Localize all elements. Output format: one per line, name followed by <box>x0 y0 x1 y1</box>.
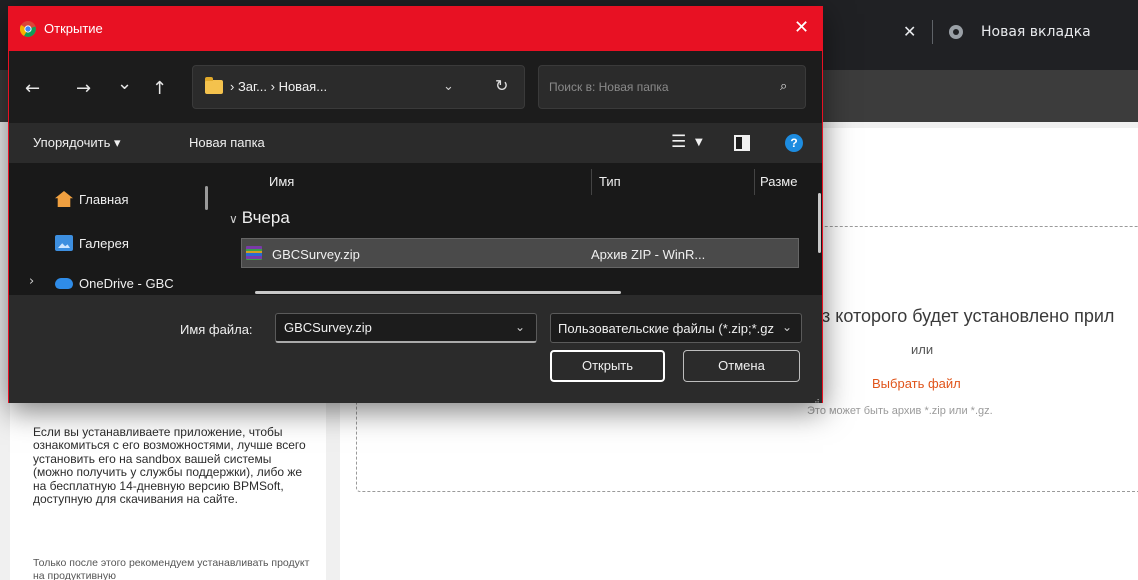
view-dropdown-icon[interactable]: ▼ <box>695 137 703 148</box>
tab-separator <box>932 20 933 44</box>
forward-arrow-icon[interactable]: → <box>76 78 91 99</box>
recent-locations-chevron-icon[interactable]: ⌄ <box>117 73 132 94</box>
open-file-dialog: Открытие ✕ ← → ⌄ ↑ › Заг... › Новая... ⌄… <box>8 6 823 405</box>
folder-icon <box>205 77 223 94</box>
home-icon <box>55 191 73 207</box>
horizontal-scrollbar[interactable] <box>255 291 621 294</box>
tab-close-icon[interactable]: ✕ <box>903 22 916 41</box>
sidebar-item-label: OneDrive - GBC <box>79 275 174 291</box>
expand-chevron-icon[interactable]: › <box>29 274 34 289</box>
info-paragraph-2: Только после этого рекомендуем устанавли… <box>33 557 310 580</box>
table-row[interactable]: GBCSurvey.zip Архив ZIP - WinR... <box>241 238 799 268</box>
choose-file-link[interactable]: Выбрать файл <box>872 376 961 391</box>
up-arrow-icon[interactable]: ↑ <box>152 78 167 99</box>
back-arrow-icon[interactable]: ← <box>25 78 40 99</box>
file-type-value: Пользовательские файлы (*.zip;*.gz) <box>558 321 774 336</box>
column-header-type[interactable]: Тип <box>599 174 621 189</box>
column-divider[interactable] <box>754 169 755 195</box>
address-bar[interactable]: › Заг... › Новая... ⌄ ↻ <box>192 65 525 109</box>
dialog-title: Открытие <box>44 21 103 36</box>
vertical-scrollbar[interactable] <box>818 193 821 253</box>
onedrive-icon <box>55 277 73 289</box>
column-header-name[interactable]: Имя <box>269 174 294 189</box>
chevron-down-icon: ⌄ <box>782 320 793 334</box>
file-name-label: Имя файла: <box>180 322 253 337</box>
file-name: GBCSurvey.zip <box>272 247 360 262</box>
upload-hint: Это может быть архив *.zip или *.gz. <box>807 405 993 417</box>
cancel-button[interactable]: Отмена <box>683 350 800 382</box>
sidebar-item-gallery[interactable]: Галерея <box>55 231 129 255</box>
column-header-size[interactable]: Разме <box>760 174 797 189</box>
navigation-pane: Главная Галерея › OneDrive - GBC <box>9 163 219 295</box>
dialog-footer: Имя файла: ⌄ Пользовательские файлы (*.z… <box>9 295 822 405</box>
file-type: Архив ZIP - WinR... <box>591 247 706 262</box>
sidebar-item-label: Галерея <box>79 235 129 251</box>
navigation-bar: ← → ⌄ ↑ › Заг... › Новая... ⌄ ↻ Поиск в:… <box>9 51 822 123</box>
upload-instructions: з которого будет установлено прил <box>822 306 1115 326</box>
group-header-yesterday[interactable]: ∨ Вчера <box>229 208 290 228</box>
tab-new-tab[interactable]: Новая вкладка <box>981 24 1091 40</box>
search-icon[interactable]: ⌕ <box>780 79 787 94</box>
group-label: Вчера <box>241 208 290 227</box>
resize-grip-icon[interactable]: ⠴ <box>814 396 820 405</box>
sidebar-item-label: Главная <box>79 191 129 207</box>
dialog-titlebar[interactable]: Открытие ✕ <box>9 7 822 51</box>
help-icon[interactable]: ? <box>785 134 803 152</box>
file-name-field[interactable] <box>275 313 537 343</box>
breadcrumb[interactable]: › Заг... › Новая... <box>230 79 327 94</box>
column-divider[interactable] <box>591 169 592 195</box>
chrome-icon <box>20 21 36 37</box>
gallery-icon <box>55 235 73 251</box>
file-type-select[interactable]: Пользовательские файлы (*.zip;*.gz) ⌄ <box>550 313 802 343</box>
info-paragraph: Если вы устанавливаете приложение, чтобы… <box>33 425 306 507</box>
new-folder-button[interactable]: Новая папка <box>189 135 265 150</box>
refresh-icon[interactable]: ↻ <box>495 76 508 95</box>
sidebar-item-onedrive[interactable]: OneDrive - GBC <box>55 271 174 295</box>
preview-pane-icon[interactable] <box>734 135 750 151</box>
close-icon[interactable]: ✕ <box>794 17 809 38</box>
navigation-scrollbar[interactable] <box>205 186 208 210</box>
search-box[interactable]: Поиск в: Новая папка ⌕ <box>538 65 806 109</box>
winrar-archive-icon <box>246 246 262 260</box>
view-options-icon[interactable]: ☰ <box>671 132 686 152</box>
or-label: или <box>911 342 934 357</box>
command-bar: Упорядочить ▾ Новая папка ☰ ▼ ? <box>9 123 822 163</box>
file-name-dropdown-icon[interactable]: ⌄ <box>515 320 525 334</box>
organize-menu-button[interactable]: Упорядочить ▾ <box>33 135 121 151</box>
collapse-chevron-icon[interactable]: ∨ <box>229 212 238 226</box>
address-dropdown-icon[interactable]: ⌄ <box>443 79 454 94</box>
open-button[interactable]: Открыть <box>550 350 665 382</box>
search-input[interactable]: Поиск в: Новая папка <box>549 80 669 94</box>
file-list: Имя Тип Разме ∨ Вчера GBCSurvey.zip Архив… <box>219 163 822 295</box>
sidebar-item-home[interactable]: Главная <box>55 187 128 211</box>
chrome-icon <box>949 25 963 39</box>
